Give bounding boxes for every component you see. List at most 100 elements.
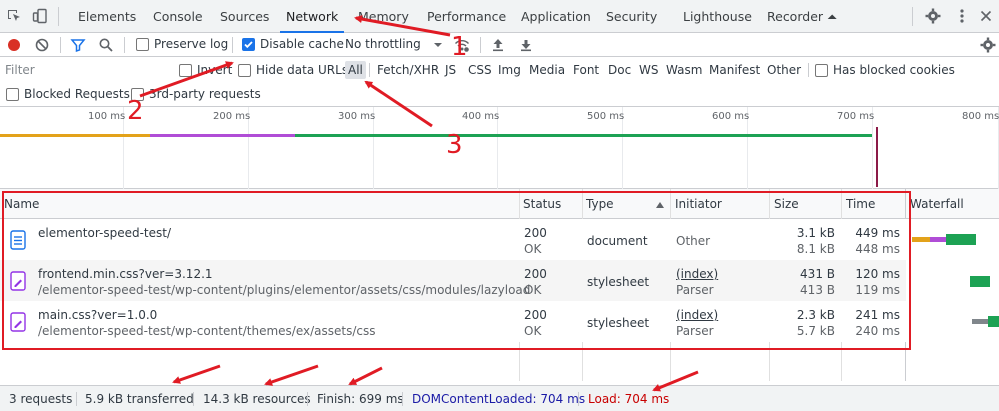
column-header-size[interactable]: Size: [770, 189, 799, 219]
overview-bar-blocking: [150, 134, 295, 137]
timeline-overview[interactable]: 100 ms 200 ms 300 ms 400 ms 500 ms 600 m…: [0, 107, 999, 189]
column-header-status[interactable]: Status: [519, 189, 561, 219]
request-status-text: OK: [524, 283, 542, 297]
filter-type-fetch-xhr[interactable]: Fetch/XHR: [374, 61, 442, 79]
request-size-resource: 8.1 kB: [796, 242, 835, 256]
network-status-bar: 3 requests 5.9 kB transferred 14.3 kB re…: [0, 385, 999, 411]
table-row[interactable]: elementor-speed-test/ 200 OK document Ot…: [0, 219, 906, 260]
filter-type-media[interactable]: Media: [526, 61, 568, 79]
inspect-element-icon[interactable]: [6, 8, 22, 24]
toolbar-separator-3: [232, 37, 233, 53]
invert-checkbox[interactable]: [179, 64, 192, 77]
request-status: 200: [524, 226, 547, 240]
filter-type-ws[interactable]: WS: [636, 61, 661, 79]
network-settings-gear-icon[interactable]: [980, 37, 996, 53]
filter-bar: Filter Invert Hide data URLs All Fetch/X…: [0, 57, 999, 83]
annotation-number-3: 3: [446, 130, 463, 160]
table-row[interactable]: main.css?ver=1.0.0 /elementor-speed-test…: [0, 301, 906, 342]
overview-bar-waiting: [0, 134, 150, 137]
filter-type-js[interactable]: JS: [442, 61, 459, 79]
throttling-select[interactable]: No throttling: [345, 37, 421, 51]
request-status: 200: [524, 267, 547, 281]
request-type: document: [587, 234, 648, 248]
request-initiator-link[interactable]: (index): [676, 308, 718, 322]
filter-type-all[interactable]: All: [345, 61, 366, 79]
column-header-type[interactable]: Type: [582, 189, 614, 219]
blocked-requests-label: Blocked Requests: [24, 87, 130, 101]
export-har-icon[interactable]: [518, 37, 534, 53]
blocked-requests-checkbox[interactable]: [6, 88, 19, 101]
tab-memory[interactable]: Memory: [358, 0, 409, 33]
request-initiator-link[interactable]: (index): [676, 267, 718, 281]
column-header-name[interactable]: Name: [0, 189, 39, 219]
document-file-icon: [10, 230, 26, 250]
request-size-transferred: 3.1 kB: [796, 226, 835, 240]
finish-time: Finish: 699 ms: [317, 392, 404, 406]
filter-types-separator-2: [808, 63, 809, 77]
toolbar-separator-4: [480, 37, 481, 53]
request-time-latency: 448 ms: [855, 242, 900, 256]
import-har-icon[interactable]: [490, 37, 506, 53]
waterfall-bar-blocking: [930, 237, 946, 242]
tab-elements[interactable]: Elements: [78, 0, 136, 33]
filter-types-separator: [369, 63, 370, 77]
request-size-transferred: 2.3 kB: [796, 308, 835, 322]
tab-network[interactable]: Network: [280, 0, 345, 33]
filter-type-css[interactable]: CSS: [465, 61, 495, 79]
hide-data-urls-checkbox[interactable]: [238, 64, 251, 77]
tab-console[interactable]: Console: [153, 0, 203, 33]
filter-bar-row-2: Blocked Requests 3rd-party requests: [0, 83, 999, 107]
record-icon[interactable]: [6, 37, 22, 53]
column-header-time[interactable]: Time: [842, 189, 875, 219]
resources-size: 14.3 kB resources: [203, 392, 311, 406]
filter-type-other[interactable]: Other: [764, 61, 804, 79]
more-options-icon[interactable]: [954, 8, 970, 24]
tab-lighthouse[interactable]: Lighthouse: [683, 0, 752, 33]
sort-ascending-icon: [655, 199, 665, 213]
chevron-down-icon: [430, 37, 446, 53]
filter-type-img[interactable]: Img: [495, 61, 524, 79]
transferred-size: 5.9 kB transferred: [85, 392, 194, 406]
waterfall-bar-download: [946, 234, 976, 245]
request-status-text: OK: [524, 324, 542, 338]
tab-security[interactable]: Security: [606, 0, 657, 33]
request-type: stylesheet: [587, 316, 650, 330]
filter-type-wasm[interactable]: Wasm: [663, 61, 705, 79]
tabbar-separator-right: [912, 7, 913, 26]
annotation-number-1: 1: [451, 32, 468, 62]
preserve-log-label: Preserve log: [154, 37, 229, 51]
tab-application[interactable]: Application: [521, 0, 591, 33]
preserve-log-checkbox[interactable]: [136, 38, 149, 51]
overview-bar-download: [295, 134, 872, 137]
tick-label: 500 ms: [587, 111, 625, 122]
tab-performance[interactable]: Performance: [427, 0, 506, 33]
stylesheet-file-icon: [10, 271, 26, 291]
tab-sources[interactable]: Sources: [220, 0, 269, 33]
filter-input[interactable]: Filter: [5, 63, 165, 77]
request-path: /elementor-speed-test/wp-content/themes/…: [38, 324, 376, 338]
disable-cache-checkbox[interactable]: [242, 38, 255, 51]
device-toolbar-icon[interactable]: [32, 8, 48, 24]
column-header-initiator[interactable]: Initiator: [671, 189, 722, 219]
requests-count: 3 requests: [9, 392, 73, 406]
has-blocked-cookies-checkbox[interactable]: [815, 64, 828, 77]
network-toolbar: Preserve log Disable cache No throttling: [0, 33, 999, 57]
tick-label: 700 ms: [837, 111, 875, 122]
request-path: /elementor-speed-test/wp-content/plugins…: [38, 283, 531, 297]
search-icon[interactable]: [98, 37, 114, 53]
filter-type-doc[interactable]: Doc: [605, 61, 634, 79]
third-party-label: 3rd-party requests: [149, 87, 261, 101]
settings-gear-icon[interactable]: [925, 8, 941, 24]
tab-recorder[interactable]: Recorder ⏶: [767, 0, 837, 33]
stylesheet-file-icon: [10, 312, 26, 332]
table-row[interactable]: frontend.min.css?ver=3.12.1 /elementor-s…: [0, 260, 906, 301]
filter-type-manifest[interactable]: Manifest: [706, 61, 763, 79]
clear-icon[interactable]: [34, 37, 50, 53]
load-time: Load: 704 ms: [588, 392, 670, 406]
status-separator: [193, 392, 194, 406]
filter-icon[interactable]: [70, 37, 86, 53]
request-size-transferred: 431 B: [800, 267, 835, 281]
column-header-waterfall[interactable]: Waterfall: [906, 189, 964, 219]
close-icon[interactable]: [978, 8, 994, 24]
filter-type-font[interactable]: Font: [570, 61, 602, 79]
